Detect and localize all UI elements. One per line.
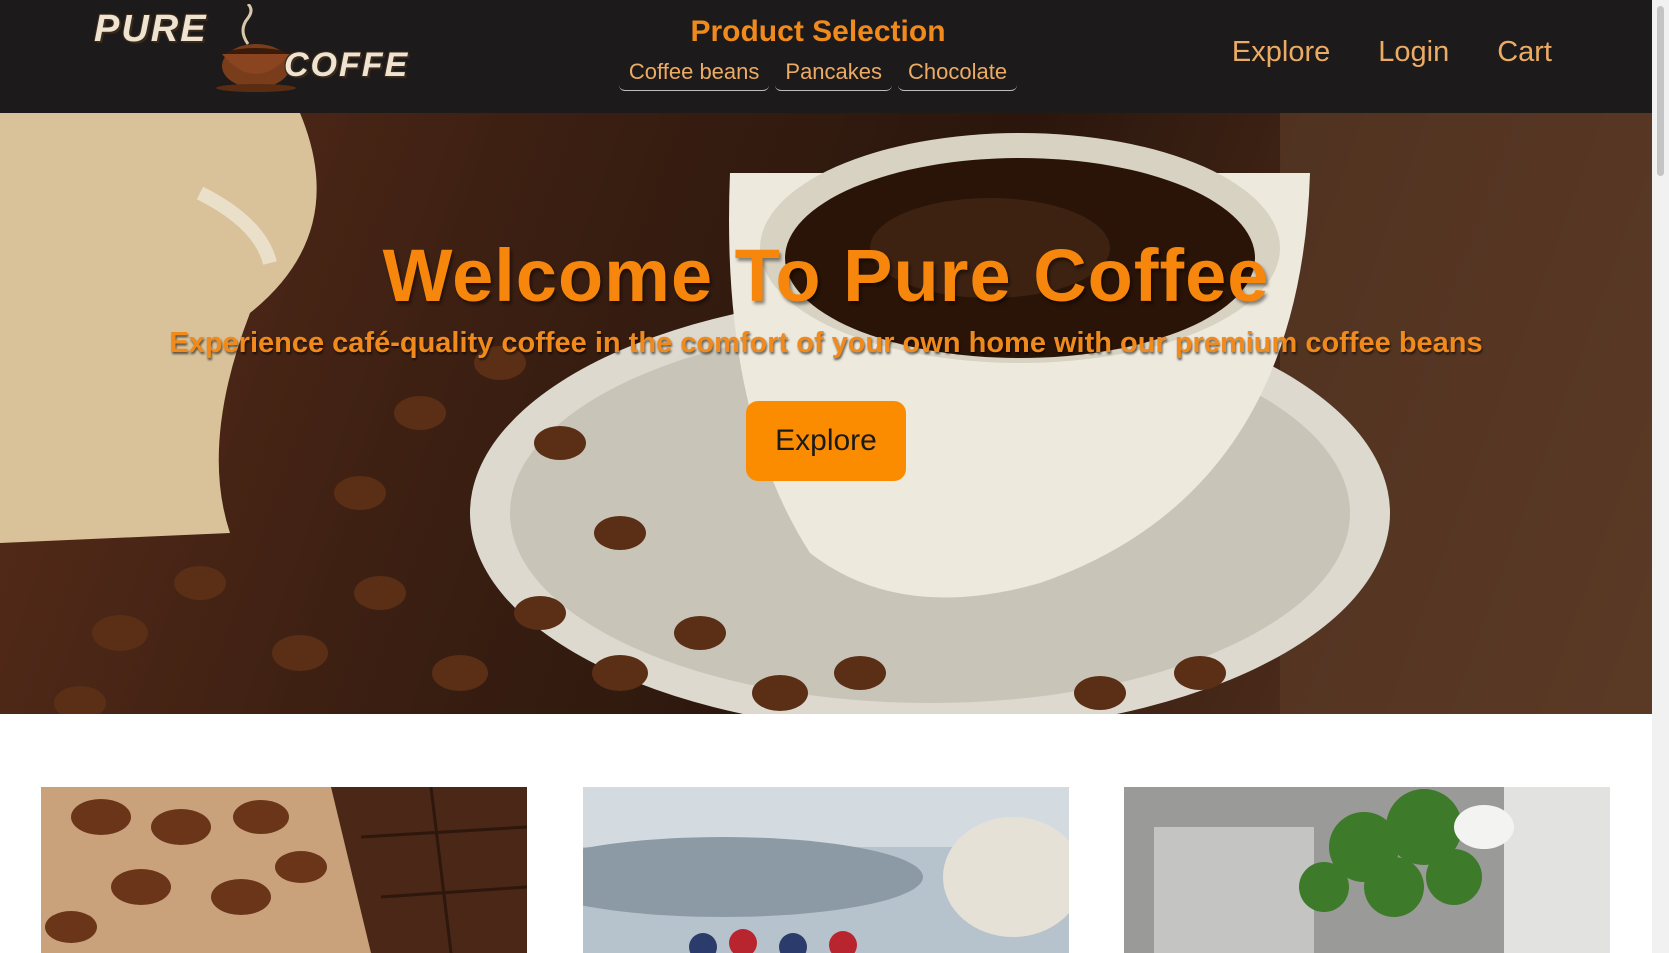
- main-nav: Explore Login Cart: [1232, 34, 1552, 70]
- product-link-pancakes[interactable]: Pancakes: [775, 58, 893, 91]
- card-chocolate-coffee-image[interactable]: [41, 787, 527, 953]
- product-links: Coffee beans Pancakes Chocolate: [617, 58, 1019, 91]
- nav-explore[interactable]: Explore: [1232, 34, 1330, 70]
- hero-title: Welcome To Pure Coffee: [382, 234, 1270, 317]
- card-pancakes-image[interactable]: [583, 787, 1069, 953]
- product-link-coffee-beans[interactable]: Coffee beans: [618, 58, 770, 91]
- logo-word-pure: PURE: [94, 8, 208, 50]
- nav-login[interactable]: Login: [1378, 34, 1449, 70]
- pure-coffee-logo[interactable]: PURE COFFE: [88, 4, 438, 92]
- hero-explore-button[interactable]: Explore: [746, 401, 906, 481]
- nav-cart[interactable]: Cart: [1497, 34, 1552, 70]
- product-selection: Product Selection Coffee beans Pancakes …: [617, 14, 1019, 91]
- pancakes-berries-image: [583, 787, 1069, 953]
- chocolate-beans-image: [41, 787, 527, 953]
- product-link-chocolate[interactable]: Chocolate: [898, 58, 1018, 91]
- product-selection-title: Product Selection: [690, 15, 946, 48]
- logo-word-coffee: COFFE: [284, 46, 410, 84]
- cafe-plants-image: [1124, 787, 1610, 953]
- scrollbar-thumb[interactable]: [1657, 6, 1664, 176]
- hero-section: Welcome To Pure Coffee Experience café-q…: [0, 113, 1652, 714]
- card-cafe-plants-image[interactable]: [1124, 787, 1610, 953]
- page-scrollbar[interactable]: [1652, 0, 1669, 953]
- hero-subtitle: Experience café-quality coffee in the co…: [169, 327, 1483, 359]
- site-header: PURE COFFE Product Selection Coffee bean…: [0, 0, 1652, 113]
